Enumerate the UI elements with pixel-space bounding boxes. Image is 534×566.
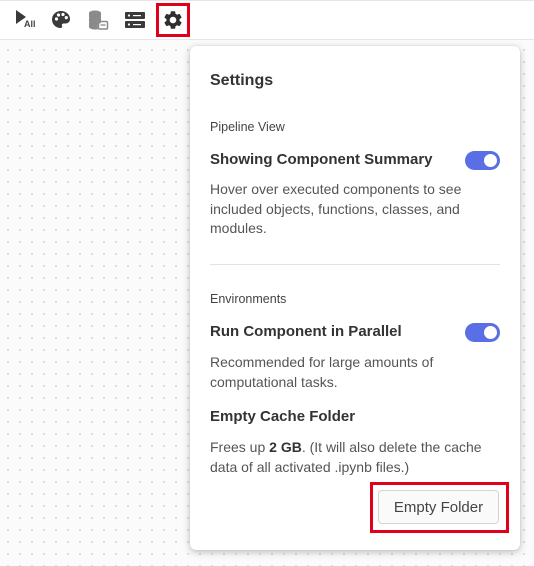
empty-cache-description-prefix: Frees up: [210, 439, 270, 455]
palette-button[interactable]: [46, 5, 76, 35]
run-parallel-description: Recommended for large amounts of computa…: [210, 354, 434, 390]
run-parallel-label: Run Component in Parallel: [210, 323, 402, 340]
run-all-button[interactable]: All: [10, 5, 40, 35]
run-parallel-toggle[interactable]: [465, 323, 500, 342]
run-all-label: All: [24, 19, 36, 29]
palette-icon: [52, 11, 70, 28]
server-button[interactable]: [120, 5, 150, 35]
settings-panel: Settings Pipeline View Showing Component…: [190, 46, 520, 550]
settings-button[interactable]: [156, 3, 190, 37]
pipeline-view-section-title: Pipeline View: [210, 120, 285, 134]
empty-folder-button[interactable]: Empty Folder: [378, 490, 499, 524]
component-summary-label: Showing Component Summary: [210, 151, 433, 168]
environments-section-title: Environments: [210, 292, 287, 306]
gear-icon: [164, 11, 182, 29]
empty-cache-description: Frees up 2 GB. (It will also delete the …: [210, 438, 500, 477]
database-icon: [89, 10, 109, 30]
component-summary-toggle[interactable]: [465, 151, 500, 170]
empty-cache-label: Empty Cache Folder: [210, 408, 356, 425]
toolbar: All: [0, 0, 534, 40]
section-divider: [210, 264, 500, 265]
database-button[interactable]: [83, 5, 113, 35]
component-summary-description: Hover over executed components to see in…: [210, 181, 462, 236]
cache-size-value: 2 GB: [269, 439, 302, 455]
server-icon: [125, 12, 145, 28]
settings-title: Settings: [210, 72, 274, 89]
